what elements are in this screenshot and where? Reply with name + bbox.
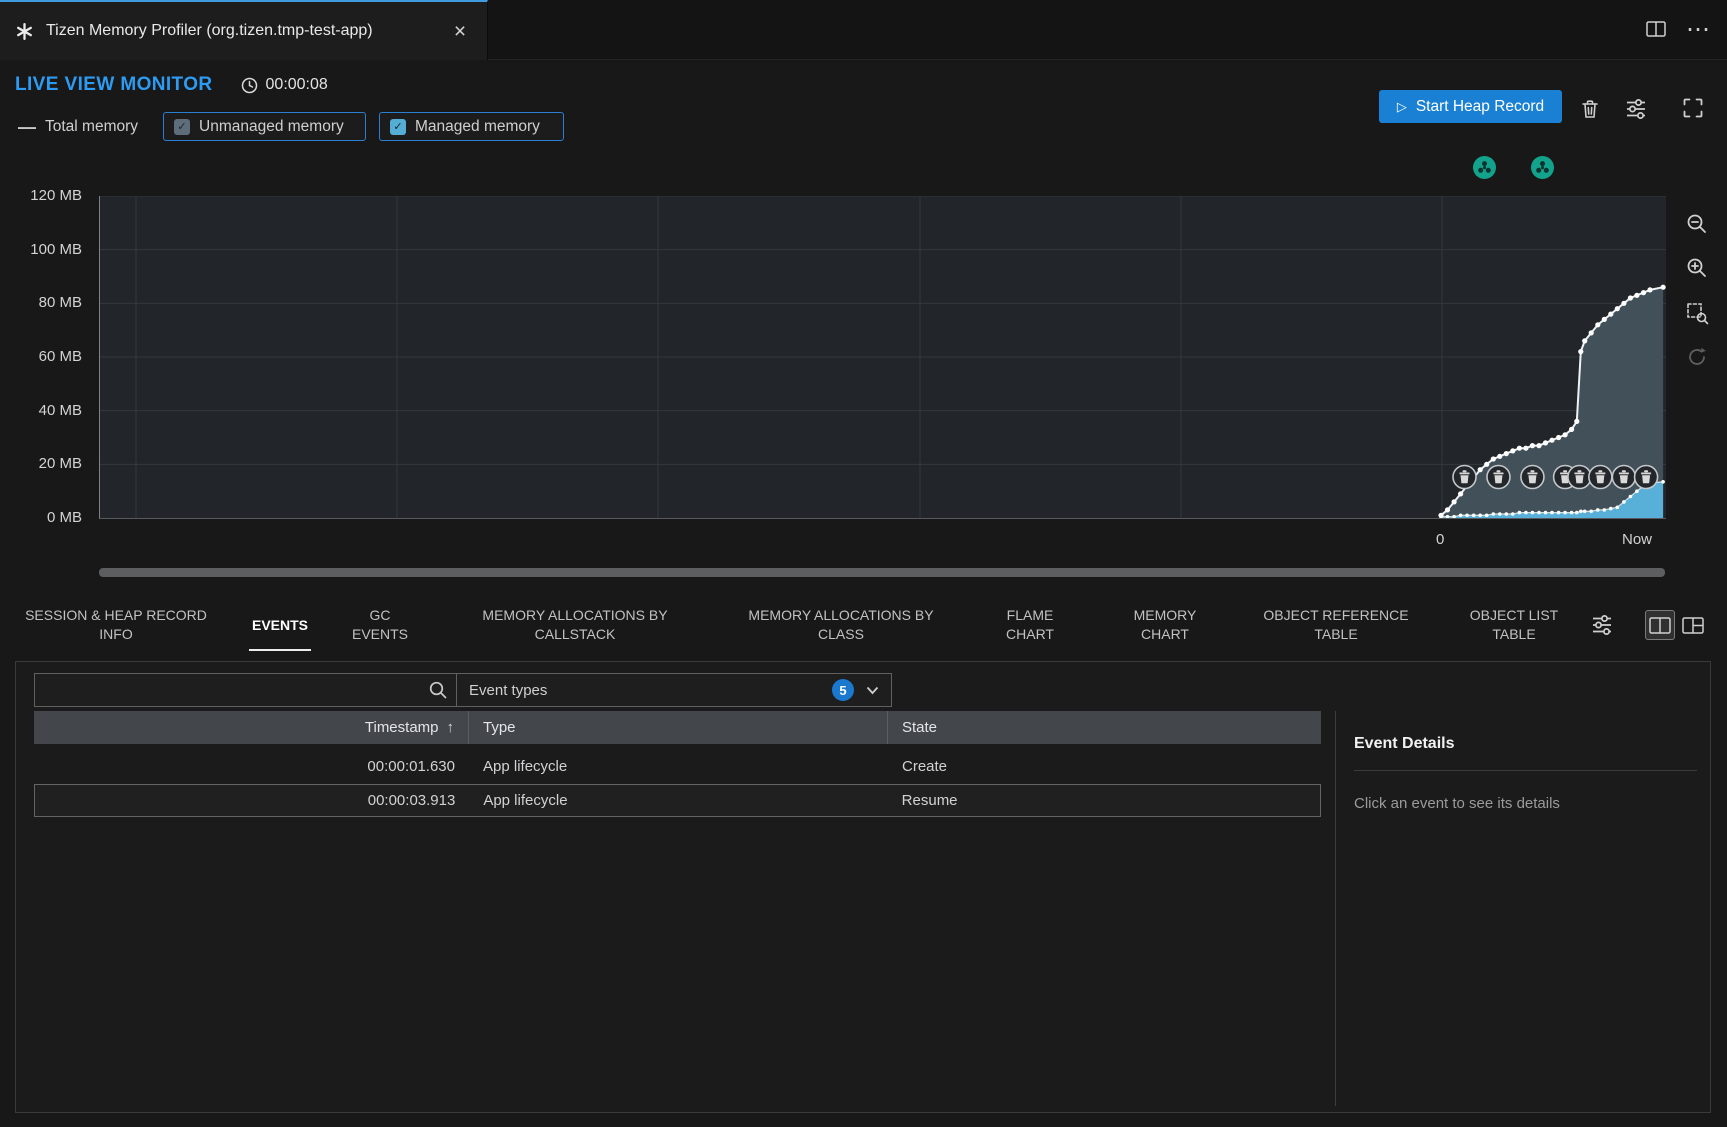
split-editor-icon[interactable] xyxy=(1646,21,1666,37)
timer-value: 00:00:08 xyxy=(266,76,328,94)
cell-state: Create xyxy=(888,758,1321,775)
chart-horizontal-scrollbar[interactable] xyxy=(99,568,1665,577)
clear-session-trash-icon[interactable] xyxy=(1575,94,1605,124)
zoom-out-icon[interactable] xyxy=(1682,209,1712,239)
gc-event-marker-icon xyxy=(1589,466,1612,489)
panel-tab-memory-allocations-by-callstack[interactable]: MEMORY ALLOCATIONS BY CALLSTACK xyxy=(470,598,680,652)
legend-toggle-managed-memory[interactable]: ✓ Managed memory xyxy=(379,112,564,141)
editor-tab-title: Tizen Memory Profiler (org.tizen.tmp-tes… xyxy=(46,22,373,40)
memory-chart-svg xyxy=(100,196,1666,518)
layout-split-panes-icon[interactable] xyxy=(1645,610,1675,640)
cell-state: Resume xyxy=(888,792,1320,809)
start-heap-record-button[interactable]: ▷ Start Heap Record xyxy=(1379,90,1562,123)
zoom-in-icon[interactable] xyxy=(1682,253,1712,283)
y-axis-tick: 100 MB xyxy=(30,241,82,258)
event-types-label: Event types xyxy=(469,682,820,699)
panel-tab-session-heap-record-info[interactable]: SESSION & HEAP RECORD INFO xyxy=(21,598,211,652)
x-axis-now-label: Now xyxy=(1622,531,1652,548)
panel-tab-memory-chart[interactable]: MEMORY CHART xyxy=(1118,598,1213,652)
column-header-type[interactable]: Type xyxy=(469,711,888,744)
legend-toggle-unmanaged-memory[interactable]: ✓ Unmanaged memory xyxy=(163,112,366,141)
panel-tab-events[interactable]: EVENTS xyxy=(240,598,320,652)
column-header-state[interactable]: State xyxy=(888,711,1321,744)
event-details-placeholder: Click an event to see its details xyxy=(1354,795,1560,812)
panel-tab-memory-allocations-by-class[interactable]: MEMORY ALLOCATIONS BY CLASS xyxy=(736,598,946,652)
y-axis-tick: 80 MB xyxy=(39,294,82,311)
memory-usage-chart[interactable] xyxy=(99,196,1666,519)
event-details-title: Event Details xyxy=(1354,735,1454,753)
session-timer: 00:00:08 xyxy=(241,76,328,94)
event-details-rule xyxy=(1354,770,1697,771)
y-axis-tick: 120 MB xyxy=(30,187,82,204)
panel-tabs-row: SESSION & HEAP RECORD INFO EVENTS GC EVENT… xyxy=(0,598,1727,654)
managed-checkbox-icon: ✓ xyxy=(390,119,406,135)
cell-type: App lifecycle xyxy=(469,792,887,809)
app-root: Tizen Memory Profiler (org.tizen.tmp-tes… xyxy=(0,0,1727,1127)
panel-tab-object-reference-table[interactable]: OBJECT REFERENCE TABLE xyxy=(1261,598,1411,652)
y-axis-labels: 120 MB 100 MB 80 MB 60 MB 40 MB 20 MB 0 MB xyxy=(0,0,91,540)
unmanaged-checkbox-icon: ✓ xyxy=(174,119,190,135)
legend-unmanaged-label: Unmanaged memory xyxy=(199,118,344,136)
cell-type: App lifecycle xyxy=(469,758,888,775)
details-pane-divider xyxy=(1335,711,1336,1106)
gc-event-marker-icon xyxy=(1612,466,1635,489)
clock-icon xyxy=(241,77,258,94)
gc-event-marker-icon xyxy=(1487,466,1510,489)
y-axis-tick: 20 MB xyxy=(39,455,82,472)
panel-tab-gc-events[interactable]: GC EVENTS xyxy=(340,598,420,652)
close-icon[interactable]: × xyxy=(447,18,473,44)
reset-zoom-icon[interactable] xyxy=(1682,342,1712,372)
legend-managed-label: Managed memory xyxy=(415,118,540,136)
events-table-header: Timestamp ↑ Type State xyxy=(34,711,1321,744)
y-axis-tick: 40 MB xyxy=(39,402,82,419)
gc-indicator-icon[interactable] xyxy=(1531,156,1554,179)
events-search-box xyxy=(34,673,457,707)
box-zoom-select-icon[interactable] xyxy=(1682,298,1712,328)
gc-event-marker-icon xyxy=(1453,466,1476,489)
y-axis-tick: 60 MB xyxy=(39,348,82,365)
start-heap-record-label: Start Heap Record xyxy=(1416,98,1544,116)
cell-timestamp: 00:00:03.913 xyxy=(35,792,469,809)
event-table-row[interactable]: 00:00:03.913App lifecycleResume xyxy=(34,784,1321,817)
panel-filter-sliders-icon[interactable] xyxy=(1587,610,1617,640)
layout-grid-panes-icon[interactable] xyxy=(1678,610,1708,640)
gc-indicator-icon[interactable] xyxy=(1473,156,1496,179)
chevron-down-icon xyxy=(866,686,879,695)
panel-tabs: SESSION & HEAP RECORD INFO EVENTS GC EVENT… xyxy=(0,598,1727,652)
x-axis-start-label: 0 xyxy=(1436,531,1444,548)
gc-event-marker-icon xyxy=(1635,466,1658,489)
panel-tab-object-list-table[interactable]: OBJECT LIST TABLE xyxy=(1457,598,1572,652)
sort-ascending-icon: ↑ xyxy=(447,719,455,736)
search-input[interactable] xyxy=(35,682,420,699)
chart-legend: — Total memory ✓ Unmanaged memory ✓ Mana… xyxy=(18,112,1358,142)
search-icon xyxy=(420,680,456,700)
event-types-dropdown[interactable]: Event types 5 xyxy=(456,673,892,707)
events-table-body: 00:00:01.630App lifecycleCreate00:00:03.… xyxy=(34,750,1321,818)
panel-tab-flame-chart[interactable]: FLAME CHART xyxy=(990,598,1070,652)
y-axis-tick: 0 MB xyxy=(47,509,82,526)
more-actions-icon[interactable]: ⋯ xyxy=(1686,15,1711,44)
editor-tab-bar: Tizen Memory Profiler (org.tizen.tmp-tes… xyxy=(0,0,1727,60)
event-table-row[interactable]: 00:00:01.630App lifecycleCreate xyxy=(34,750,1321,783)
event-types-count-badge: 5 xyxy=(832,679,854,701)
gc-event-marker-icon xyxy=(1568,466,1591,489)
gc-event-marker-icon xyxy=(1521,466,1544,489)
chart-settings-sliders-icon[interactable] xyxy=(1621,94,1651,124)
cell-timestamp: 00:00:01.630 xyxy=(34,758,469,775)
fullscreen-fit-icon[interactable] xyxy=(1678,93,1708,123)
column-header-timestamp[interactable]: Timestamp ↑ xyxy=(34,711,469,744)
tabbar-actions: ⋯ xyxy=(1646,0,1711,58)
events-panel: Event types 5 Timestamp ↑ Type State 00:… xyxy=(15,661,1711,1113)
play-icon: ▷ xyxy=(1397,99,1407,115)
